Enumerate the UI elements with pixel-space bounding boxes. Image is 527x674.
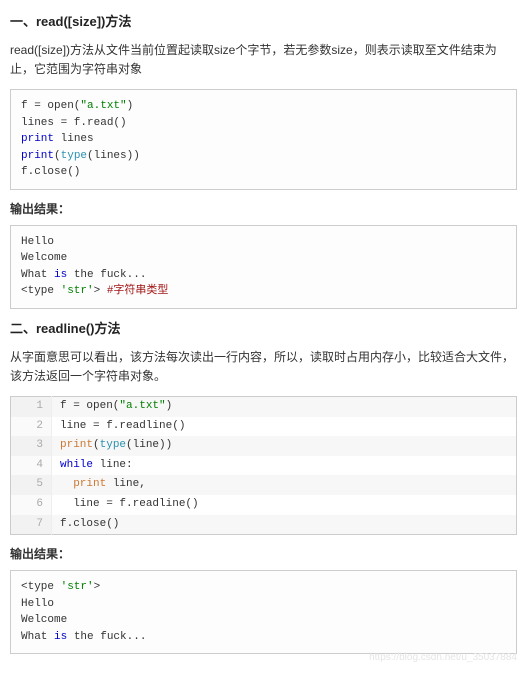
section2-code: 1f = open("a.txt")2line = f.readline()3p…: [10, 396, 517, 535]
section1-desc: read([size])方法从文件当前位置起读取size个字节，若无参数size…: [10, 41, 517, 79]
section2-output: <type 'str'> Hello Welcome What is the f…: [10, 570, 517, 654]
section2-output-label: 输出结果：: [10, 545, 517, 564]
section2-heading: 二、readline()方法: [10, 319, 517, 340]
section1-code: f = open("a.txt") lines = f.read() print…: [10, 89, 517, 190]
section1-output: Hello Welcome What is the fuck... <type …: [10, 225, 517, 309]
section2-desc: 从字面意思可以看出，该方法每次读出一行内容，所以，读取时占用内存小，比较适合大文…: [10, 348, 517, 386]
section1-heading: 一、read([size])方法: [10, 12, 517, 33]
section1-output-label: 输出结果：: [10, 200, 517, 219]
